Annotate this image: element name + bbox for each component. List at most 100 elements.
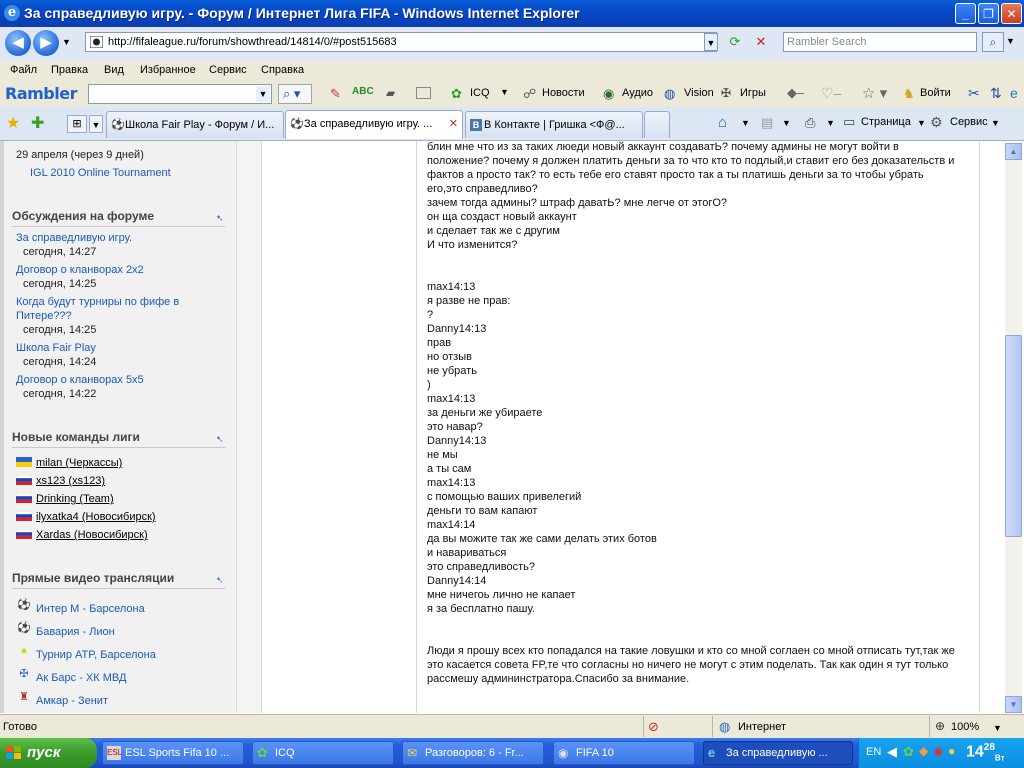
minimize-button[interactable]: _ (955, 3, 976, 24)
rss-icon[interactable]: ➷ (216, 434, 225, 444)
home-dropdown-icon[interactable]: ▼ (741, 118, 750, 128)
quick-tabs-icon[interactable]: ⊞ (67, 115, 87, 133)
team-link[interactable]: ilyxatka4 (Новосибирск) (36, 511, 156, 523)
scroll-down-icon[interactable]: ▼ (1005, 696, 1022, 713)
stream-link[interactable]: Турнир ATP, Барселона (36, 649, 156, 661)
start-button[interactable]: пуск (0, 738, 97, 768)
print-icon[interactable]: ⎙ (805, 115, 815, 131)
zoom-dropdown-icon[interactable]: ▼ (993, 723, 1002, 733)
vk-icon: B (470, 119, 482, 131)
forward-button[interactable]: ▶ (33, 30, 59, 56)
stream-link[interactable]: Интер М - Барселона (36, 603, 145, 615)
tools-menu-dropdown-icon[interactable]: ▼ (991, 118, 1000, 128)
add-favorite-icon[interactable]: ✚ (31, 113, 44, 133)
discussion-link[interactable]: За справедливую игру. (16, 232, 132, 244)
spellcheck-icon[interactable]: ABC (352, 86, 374, 97)
rambler-search-button[interactable]: ⌕ ▾ (278, 84, 312, 104)
rambler-audio[interactable]: Аудио (622, 87, 653, 99)
stream-link[interactable]: Бавария - Лион (36, 626, 115, 638)
vertical-scrollbar[interactable]: ▲ ▼ (1005, 143, 1022, 713)
discussion-link[interactable]: Договор о кланворах 5х5 (16, 374, 144, 386)
search-input[interactable]: Rambler Search (783, 32, 977, 52)
menu-tools[interactable]: Сервис (209, 64, 247, 76)
taskbar-icq[interactable]: ✿ ICQ (252, 741, 394, 765)
update-icon[interactable]: ⇅ (990, 85, 1002, 102)
menu-view[interactable]: Вид (104, 64, 124, 76)
tab-vkontakte[interactable]: B В Контакте | Гришка <Ф@... (465, 111, 643, 138)
favorites-star-icon[interactable]: ★ (6, 113, 20, 133)
mail-icon[interactable] (416, 87, 431, 99)
close-button[interactable]: ✕ (1001, 3, 1022, 24)
taskbar-fifa[interactable]: ◉ FIFA 10 (553, 741, 695, 765)
tab-fair-game[interactable]: ⚽ За справедливую игру. ... ✕ (285, 110, 463, 139)
eraser-icon[interactable]: ▰ (386, 86, 395, 100)
network-tray-icon[interactable]: ◆ (919, 744, 928, 758)
tab-fair-play-school[interactable]: ⚽ Школа Fair Play - Форум / И... (106, 111, 284, 138)
discussion-link[interactable]: Договор о кланворах 2х2 (16, 264, 144, 276)
menu-edit[interactable]: Правка (51, 64, 88, 76)
scroll-thumb[interactable] (1005, 335, 1022, 537)
start-label: пуск (27, 744, 61, 761)
feeds-icon[interactable]: ▤ (761, 115, 773, 131)
antivirus-tray-icon[interactable]: ◉ (933, 744, 943, 758)
rambler-news[interactable]: Новости (542, 87, 585, 99)
teams-heading: Новые команды лиги (12, 430, 140, 444)
taskbar-ie[interactable]: e За справедливую ... (703, 741, 853, 765)
team-link[interactable]: Drinking (Team) (36, 493, 114, 505)
new-tab-button[interactable] (644, 111, 670, 138)
team-link[interactable]: milan (Черкассы) (36, 457, 122, 469)
page-menu-dropdown-icon[interactable]: ▼ (917, 118, 926, 128)
icq-dropdown-icon[interactable]: ▼ (500, 87, 509, 97)
rss-icon[interactable]: ➷ (216, 575, 225, 585)
event-link[interactable]: IGL 2010 Online Tournament (30, 167, 171, 179)
close-tab-icon[interactable]: ✕ (449, 111, 458, 137)
stream-link[interactable]: Амкар - Зенит (36, 695, 108, 707)
menu-help[interactable]: Справка (261, 64, 304, 76)
rambler-games[interactable]: Игры (740, 87, 766, 99)
menu-file[interactable]: Файл (10, 64, 37, 76)
team-link[interactable]: Xardas (Новосибирск) (36, 529, 148, 541)
maximize-button[interactable]: ❐ (978, 3, 999, 24)
zoom-level[interactable]: 100% (951, 721, 979, 733)
team-link[interactable]: xs123 (xs123) (36, 475, 105, 487)
history-dropdown-icon[interactable]: ▼ (62, 37, 71, 47)
home-icon[interactable]: ⌂ (718, 114, 727, 131)
refresh-icon[interactable]: ⟳ (724, 32, 746, 52)
rambler-dropdown-icon[interactable]: ▼ (256, 86, 270, 102)
stream-link[interactable]: Ак Барс - ХК МВД (36, 672, 126, 684)
rambler-icq[interactable]: ICQ (470, 87, 490, 99)
rambler-login[interactable]: Войти (920, 87, 951, 99)
back-button[interactable]: ◀ (5, 30, 31, 56)
icq-tray-icon[interactable]: ✿ (903, 744, 914, 760)
menu-favorites[interactable]: Избранное (140, 64, 196, 76)
rambler-search-input[interactable] (88, 84, 272, 104)
tab-list-icon[interactable]: ▼ (89, 115, 103, 133)
print-dropdown-icon[interactable]: ▼ (826, 118, 835, 128)
ie-small-icon[interactable]: e (1010, 85, 1018, 101)
page-menu[interactable]: Страница (861, 116, 911, 128)
address-dropdown-icon[interactable]: ▼ (704, 33, 718, 51)
search-options-icon[interactable]: ▼ (1006, 36, 1015, 46)
rss-icon[interactable]: ➷ (216, 213, 225, 223)
popup-blocker-icon[interactable]: ⊘ (648, 719, 659, 735)
heart-icon[interactable]: ♡– (821, 85, 841, 102)
discussion-link[interactable]: Питере??? (16, 310, 72, 322)
language-indicator[interactable]: EN (866, 746, 881, 758)
settings-icon[interactable]: ✂ (968, 85, 980, 102)
tools-menu[interactable]: Сервис (950, 116, 988, 128)
rambler-vision[interactable]: Vision (684, 87, 714, 99)
taskbar-chats[interactable]: ✉ Разговоров: 6 - Fr... (402, 741, 544, 765)
update-tray-icon[interactable]: ● (948, 744, 955, 758)
taskbar-esl[interactable]: ESL ESL Sports Fifa 10 ... (102, 741, 244, 765)
address-input[interactable]: http://fifaleague.ru/forum/showthread/14… (85, 32, 717, 52)
star-rating-icon[interactable]: ☆ ▾ (862, 84, 887, 102)
scroll-up-icon[interactable]: ▲ (1005, 143, 1022, 160)
highlight-icon[interactable]: ✎ (330, 86, 341, 102)
discussion-link[interactable]: Школа Fair Play (16, 342, 96, 354)
stop-icon[interactable]: ✕ (750, 32, 772, 52)
tray-arrow-icon[interactable]: ◀ (887, 744, 897, 760)
discussion-link[interactable]: Когда будут турниры по фифе в (16, 296, 179, 308)
feeds-dropdown-icon[interactable]: ▼ (782, 118, 791, 128)
search-icon[interactable]: ⌕ (982, 32, 1004, 52)
mood-icon[interactable]: ◆– (787, 85, 804, 101)
